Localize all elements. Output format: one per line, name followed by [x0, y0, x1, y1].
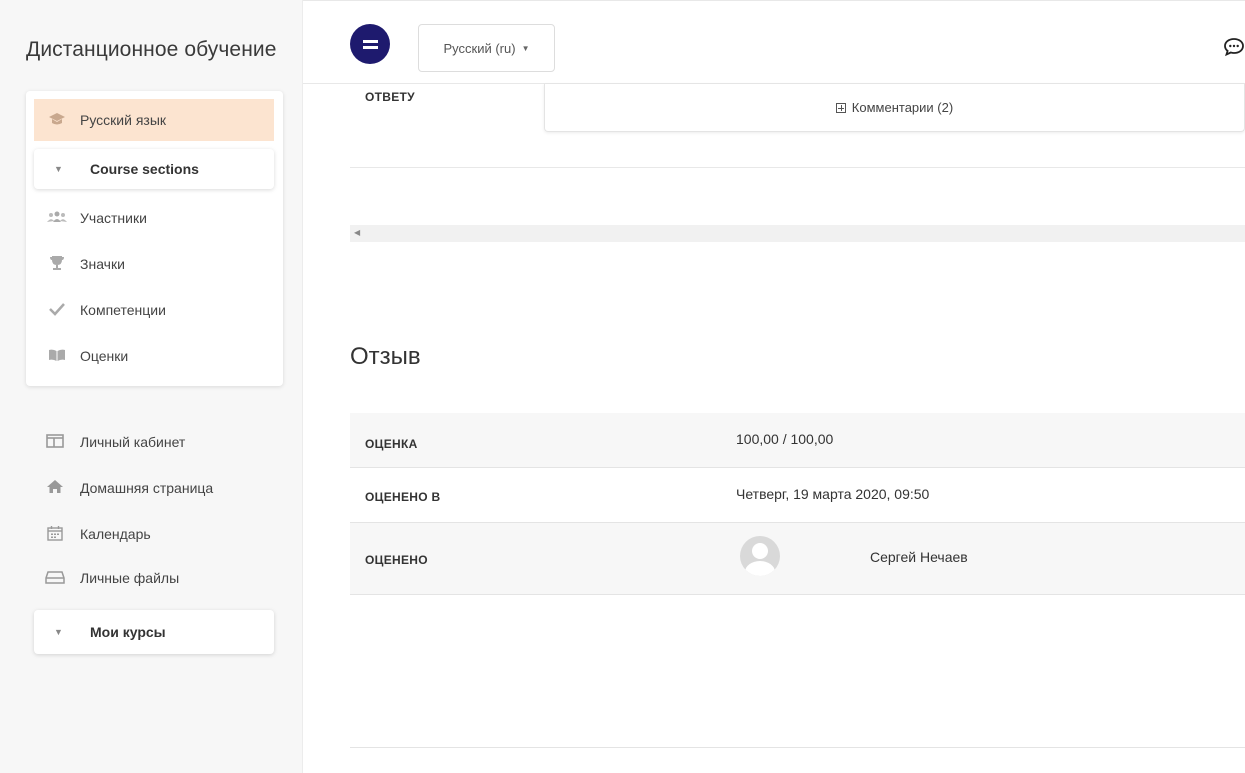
nav-item-label: Личные файлы	[80, 570, 180, 586]
users-icon	[46, 210, 68, 226]
main-content: ОТВЕТУ Комментарии (2) ◀ Отзыв ОЦЕНКА 10…	[303, 84, 1245, 773]
course-sections-label: Course sections	[90, 161, 199, 177]
nav-item-dashboard[interactable]: Личный кабинет	[34, 422, 274, 462]
course-sections-toggle[interactable]: ▼ Course sections	[34, 149, 274, 189]
nav-item-label: Участники	[80, 210, 147, 226]
feedback-row-grade: ОЦЕНКА 100,00 / 100,00	[350, 413, 1245, 468]
nav-item-label: Личный кабинет	[80, 434, 186, 450]
hamburger-icon	[362, 39, 378, 49]
caret-down-icon: ▼	[54, 164, 63, 174]
divider	[350, 747, 1245, 748]
home-icon	[44, 479, 66, 497]
scroll-left-arrow-icon[interactable]: ◀	[354, 228, 360, 237]
trophy-icon	[46, 255, 68, 274]
nav-item-badges[interactable]: Значки	[34, 243, 274, 285]
nav-item-private-files[interactable]: Личные файлы	[34, 558, 274, 598]
nav-item-grades[interactable]: Оценки	[34, 335, 274, 377]
feedback-row-value: 100,00 / 100,00	[736, 431, 834, 447]
horizontal-scrollbar[interactable]: ◀	[350, 225, 1245, 242]
comments-toggle[interactable]: Комментарии (2)	[544, 84, 1245, 132]
nav-item-label: Значки	[80, 256, 125, 272]
nav-item-label: Компетенции	[80, 302, 166, 318]
messages-icon[interactable]	[1223, 37, 1245, 57]
dashboard-icon	[44, 433, 66, 451]
my-courses-toggle[interactable]: ▼ Мои курсы	[34, 610, 274, 654]
language-menu-button[interactable]: Русский (ru) ▼	[418, 24, 555, 72]
graduation-cap-icon	[46, 112, 68, 129]
drawer-toggle-button[interactable]	[350, 24, 390, 64]
feedback-row-label: ОЦЕНЕНО В	[365, 490, 441, 504]
avatar[interactable]	[740, 536, 780, 576]
avatar-body	[745, 561, 775, 576]
caret-down-icon: ▼	[521, 43, 530, 53]
nav-item-participants[interactable]: Участники	[34, 197, 274, 239]
feedback-title: Отзыв	[350, 343, 421, 370]
course-nav-card: Русский язык ▼ Course sections Участники…	[26, 91, 283, 386]
nav-item-calendar[interactable]: Календарь	[34, 514, 274, 554]
feedback-row-value: Четверг, 19 марта 2020, 09:50	[736, 486, 930, 502]
feedback-row-label: ОЦЕНКА	[365, 437, 418, 451]
nav-item-label: Оценки	[80, 348, 129, 364]
my-courses-label: Мои курсы	[90, 624, 166, 640]
caret-down-icon: ▼	[54, 627, 63, 637]
feedback-row-graded-by: ОЦЕНЕНО Сергей Нечаев	[350, 523, 1245, 595]
avatar-head	[752, 543, 768, 559]
checkmark-icon	[46, 302, 68, 319]
nav-item-home[interactable]: Домашняя страница	[34, 468, 274, 508]
response-row: ОТВЕТУ Комментарии (2)	[350, 84, 1245, 168]
sidebar: Дистанционное обучение Русский язык ▼ Co…	[0, 0, 303, 773]
response-label: ОТВЕТУ	[365, 90, 415, 104]
feedback-row-graded-on: ОЦЕНЕНО В Четверг, 19 марта 2020, 09:50	[350, 468, 1245, 523]
top-navbar: Русский (ru) ▼	[303, 0, 1245, 84]
nav-item-label: Русский язык	[80, 112, 167, 128]
feedback-row-label: ОЦЕНЕНО	[365, 553, 428, 567]
nav-item-label: Домашняя страница	[80, 480, 214, 496]
language-label: Русский (ru)	[443, 40, 516, 56]
book-icon	[46, 348, 68, 365]
calendar-icon	[44, 525, 66, 544]
site-brand[interactable]: Дистанционное обучение	[26, 38, 277, 62]
nav-item-course[interactable]: Русский язык	[34, 99, 274, 141]
nav-item-label: Календарь	[80, 526, 151, 542]
nav-item-competencies[interactable]: Компетенции	[34, 289, 274, 331]
comments-label: Комментарии (2)	[851, 100, 954, 115]
expand-plus-icon	[835, 102, 846, 113]
drive-icon	[44, 570, 66, 587]
grader-name[interactable]: Сергей Нечаев	[870, 549, 968, 565]
